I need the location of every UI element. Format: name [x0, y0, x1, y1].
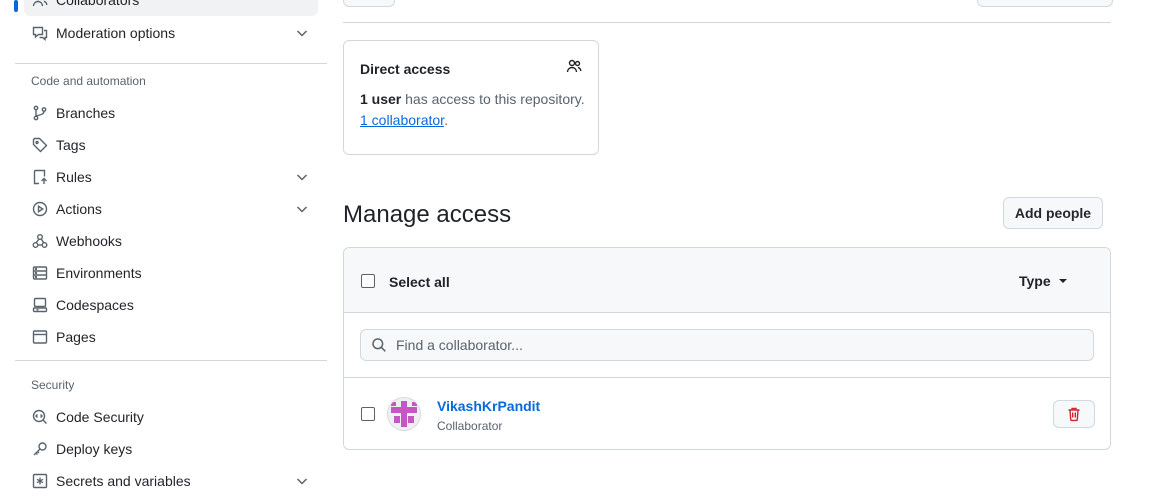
sidebar-item-label: Pages: [56, 329, 96, 345]
people-icon: [32, 0, 48, 8]
chevron-down-icon[interactable]: [294, 169, 310, 185]
type-filter-dropdown[interactable]: Type: [1019, 273, 1067, 289]
manage-access-title: Manage access: [343, 201, 512, 228]
sidebar-item-code-security[interactable]: Code Security: [24, 401, 318, 433]
section-divider: [343, 22, 1111, 23]
collaborator-name-link[interactable]: VikashKrPandit: [437, 398, 540, 414]
browser-icon: [32, 329, 48, 345]
sidebar-item-codespaces[interactable]: Codespaces: [24, 289, 318, 321]
sidebar-group-heading: Code and automation: [31, 74, 146, 88]
key-asterisk-icon: [32, 473, 48, 489]
search-field[interactable]: [360, 329, 1094, 361]
play-icon: [32, 201, 48, 217]
sidebar-item-branches[interactable]: Branches: [24, 97, 318, 129]
sidebar-item-label: Branches: [56, 105, 116, 121]
sidebar-item-moderation-options[interactable]: Moderation options: [24, 17, 318, 49]
partial-button[interactable]: [977, 0, 1113, 7]
webhook-icon: [32, 233, 48, 249]
sidebar-item-label: Webhooks: [56, 233, 122, 249]
people-icon: [566, 58, 582, 74]
sidebar-item-label: Code Security: [56, 409, 144, 425]
sidebar-item-label: Collaborators: [56, 0, 140, 8]
server-icon: [32, 265, 48, 281]
chevron-down-icon[interactable]: [294, 25, 310, 41]
type-filter-label: Type: [1019, 273, 1051, 289]
sidebar-item-environments[interactable]: Environments: [24, 257, 318, 289]
partial-button[interactable]: [343, 0, 395, 7]
report-icon: [32, 25, 48, 41]
trash-icon: [1066, 406, 1082, 422]
sidebar-item-deploy-keys[interactable]: Deploy keys: [24, 433, 318, 465]
codespaces-icon: [32, 297, 48, 313]
sidebar-item-actions[interactable]: Actions: [24, 193, 318, 225]
sidebar-group-heading: Security: [31, 378, 75, 392]
avatar[interactable]: [388, 398, 420, 430]
sidebar-item-label: Actions: [56, 201, 102, 217]
sidebar-item-label: Rules: [56, 169, 92, 185]
sidebar-item-secrets-and-variables[interactable]: Secrets and variables: [24, 465, 318, 497]
sidebar-item-label: Moderation options: [56, 25, 176, 41]
collaborators-table: Select all Type Find a collaborator... V…: [343, 247, 1111, 450]
access-count-text: 1 user has access to this repository.: [360, 91, 585, 107]
table-header: Select all Type: [344, 248, 1110, 313]
chevron-down-icon[interactable]: [294, 473, 310, 489]
link-suffix: .: [444, 112, 448, 128]
sidebar-item-webhooks[interactable]: Webhooks: [24, 225, 318, 257]
card-title: Direct access: [360, 61, 451, 77]
sidebar-item-label: Secrets and variables: [56, 473, 191, 489]
sidebar-item-label: Codespaces: [56, 297, 134, 313]
sidebar-item-collaborators[interactable]: Collaborators: [24, 0, 318, 16]
sidebar-item-rules[interactable]: Rules: [24, 161, 318, 193]
add-people-button[interactable]: Add people: [1003, 197, 1103, 229]
select-all-label[interactable]: Select all: [389, 274, 450, 290]
search-row: [344, 313, 1110, 378]
tag-icon: [32, 137, 48, 153]
access-count-rest: has access to this repository.: [401, 91, 585, 107]
select-all-checkbox[interactable]: [361, 274, 375, 288]
access-count-bold: 1 user: [360, 91, 402, 107]
sidebar-item-label: Tags: [56, 137, 86, 153]
direct-access-card: Direct access 1 user has access to this …: [343, 40, 599, 155]
sidebar-item-label: Deploy keys: [56, 441, 133, 457]
key-icon: [32, 441, 48, 457]
sidebar-item-tags[interactable]: Tags: [24, 129, 318, 161]
collaborator-count-link[interactable]: 1 collaborator: [360, 112, 444, 128]
remove-collaborator-button[interactable]: [1053, 400, 1095, 428]
sidebar-divider: [15, 63, 327, 64]
selected-indicator: [14, 0, 18, 12]
sidebar-item-label: Environments: [56, 265, 142, 281]
codescan-icon: [32, 409, 48, 425]
collaborator-role: Collaborator: [437, 419, 503, 433]
sidebar-item-pages[interactable]: Pages: [24, 321, 318, 353]
collaborator-checkbox[interactable]: [361, 407, 375, 421]
settings-sidebar: Collaborators Moderation options Code an…: [0, 0, 330, 489]
chevron-down-icon[interactable]: [294, 201, 310, 217]
caret-down-icon: [1058, 279, 1067, 283]
sidebar-divider: [15, 360, 327, 361]
collaborator-row: VikashKrPandit Collaborator: [344, 378, 1110, 449]
search-icon: [371, 337, 387, 353]
repo-push-icon: [32, 169, 48, 185]
collaborator-link-line: 1 collaborator.: [360, 112, 448, 128]
git-branch-icon: [32, 105, 48, 121]
find-collaborator-input[interactable]: [394, 336, 1078, 354]
